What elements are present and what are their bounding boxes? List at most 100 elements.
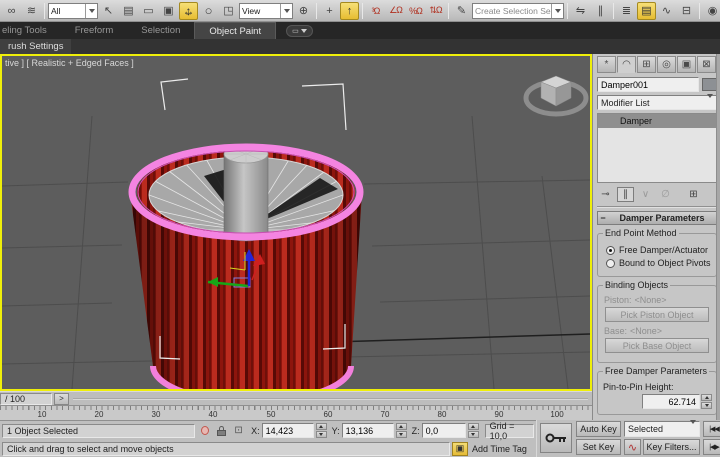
select-manipulate-icon[interactable]: + xyxy=(320,2,339,20)
tick-label: 10 xyxy=(31,410,53,419)
selection-filter-dropdown[interactable]: All xyxy=(48,3,98,19)
y-spinner[interactable] xyxy=(396,423,407,438)
tab-freeform[interactable]: Freeform xyxy=(61,22,128,39)
layer-explorer-icon[interactable]: ▤ xyxy=(637,2,656,20)
free-damper-parameters-group: Free Damper Parameters Pin-to-Pin Height… xyxy=(597,371,717,415)
track-bar[interactable]: 10 20 30 40 50 60 70 80 90 100 xyxy=(0,405,592,420)
motion-icon: ◎ xyxy=(662,59,671,70)
remove-modifier-icon[interactable]: ∅ xyxy=(657,187,674,202)
tick-label: 70 xyxy=(374,410,396,419)
select-rotate-icon[interactable]: ○ xyxy=(199,2,218,20)
panel-divider xyxy=(597,206,717,208)
tab-display[interactable]: ▣ xyxy=(677,56,696,73)
set-keys-button[interactable] xyxy=(540,423,572,453)
tab-modify[interactable]: ◠ xyxy=(617,56,636,73)
window-crossing-icon[interactable]: ▣ xyxy=(159,2,178,20)
collapse-icon: − xyxy=(598,213,608,223)
select-link-icon[interactable]: ∞ xyxy=(2,2,21,20)
damper-model[interactable] xyxy=(130,145,362,389)
x-label: X: xyxy=(251,426,260,436)
tab-modeling-tools[interactable]: eling Tools xyxy=(0,22,61,39)
hierarchy-icon: ⊞ xyxy=(642,59,650,70)
add-time-tag[interactable]: Add Time Tag xyxy=(470,444,527,454)
key-mode-toggle-button[interactable]: |◀▶ xyxy=(703,439,720,455)
tab-object-paint[interactable]: Object Paint xyxy=(194,22,276,39)
ribbon-tab-bar: eling Tools Freeform Selection Object Pa… xyxy=(0,22,720,39)
isolate-selection-icon[interactable] xyxy=(197,424,212,438)
toolbar-separator xyxy=(448,3,449,19)
key-filters-button[interactable]: Key Filters... xyxy=(643,439,700,455)
edit-named-selections-icon[interactable]: ✎ xyxy=(452,2,471,20)
go-to-start-button[interactable]: |◀◀ xyxy=(703,421,720,437)
snap-3d-icon[interactable]: ³Ω xyxy=(366,2,385,20)
keyboard-override-icon[interactable]: ↑ xyxy=(340,2,359,20)
pick-piston-button[interactable]: Pick Piston Object xyxy=(605,307,709,322)
viewport-label[interactable]: tive ] [ Realistic + Edged Faces ] xyxy=(5,58,134,68)
manage-layers-icon[interactable]: ≣ xyxy=(617,2,636,20)
object-name-field[interactable] xyxy=(597,77,699,92)
material-editor-icon[interactable]: ◉ xyxy=(703,2,720,20)
display-icon: ▣ xyxy=(682,59,691,70)
mirror-icon[interactable]: ⇋ xyxy=(571,2,590,20)
toolbar-separator xyxy=(699,3,700,19)
perspective-viewport[interactable]: tive ] [ Realistic + Edged Faces ] xyxy=(0,54,592,391)
radio-bound-pivots[interactable]: Bound to Object Pivots xyxy=(606,258,712,268)
auto-key-button[interactable]: Auto Key xyxy=(576,421,621,437)
tab-brush-settings[interactable]: rush Settings xyxy=(0,39,71,54)
z-spinner[interactable] xyxy=(468,423,479,438)
rollout-title: Damper Parameters xyxy=(608,213,716,223)
tab-utilities[interactable]: ⊠ xyxy=(697,56,716,73)
pin-height-field[interactable] xyxy=(642,394,700,409)
next-frame-button[interactable]: > xyxy=(54,393,69,405)
pin-stack-icon[interactable]: ⊸ xyxy=(597,187,614,202)
modifier-stack: Damper xyxy=(597,113,717,183)
reference-coordinate-dropdown[interactable]: View xyxy=(239,3,293,19)
time-tag-icon[interactable]: ▣ xyxy=(452,442,468,456)
named-selection-dropdown[interactable]: Create Selection Se xyxy=(472,3,564,19)
default-tangent-button[interactable]: ∿ xyxy=(624,439,641,455)
make-unique-icon[interactable]: ∨ xyxy=(637,187,654,202)
tab-selection[interactable]: Selection xyxy=(127,22,194,39)
tab-create[interactable]: * xyxy=(597,56,616,73)
show-end-result-icon[interactable]: ∥ xyxy=(617,187,634,202)
angle-snap-icon[interactable]: ∠Ω xyxy=(386,2,405,20)
tab-motion[interactable]: ◎ xyxy=(657,56,676,73)
select-by-name-icon[interactable]: ▤ xyxy=(119,2,138,20)
spinner-snap-icon[interactable]: ⇅Ω xyxy=(426,2,445,20)
select-scale-icon[interactable]: ◳ xyxy=(219,2,238,20)
panel-scrollbar[interactable] xyxy=(716,54,720,425)
ribbon-minimize-button[interactable]: ▭ xyxy=(286,25,313,37)
curve-editor-icon[interactable]: ∿ xyxy=(657,2,676,20)
transform-gizmo-icon[interactable]: ⊡ xyxy=(231,424,246,438)
set-key-button[interactable]: Set Key xyxy=(576,439,621,455)
pick-base-button[interactable]: Pick Base Object xyxy=(605,338,709,353)
select-object-icon[interactable]: ↖ xyxy=(99,2,118,20)
bind-spacewarp-icon[interactable]: ≋ xyxy=(22,2,41,20)
pin-height-spinner[interactable] xyxy=(701,394,712,409)
time-slider-handle[interactable]: / 100 xyxy=(0,393,52,405)
x-spinner[interactable] xyxy=(316,423,327,438)
y-coordinate-field[interactable] xyxy=(342,423,394,438)
modifier-list-dropdown[interactable]: Modifier List xyxy=(597,95,717,110)
schematic-view-icon[interactable]: ⊟ xyxy=(677,2,696,20)
x-coordinate-field[interactable] xyxy=(262,423,314,438)
use-pivot-center-icon[interactable]: ⊕ xyxy=(294,2,313,20)
tab-hierarchy[interactable]: ⊞ xyxy=(637,56,656,73)
damper-parameters-rollout[interactable]: − Damper Parameters xyxy=(597,211,717,225)
spin-down-icon[interactable] xyxy=(701,402,712,409)
configure-modifier-sets-icon[interactable]: ⊞ xyxy=(685,187,702,202)
pin-height-label: Pin-to-Pin Height: xyxy=(603,382,712,392)
stack-item-damper[interactable]: Damper xyxy=(598,114,716,128)
percent-snap-icon[interactable]: %Ω xyxy=(406,2,425,20)
radio-free-damper[interactable]: Free Damper/Actuator xyxy=(606,245,712,255)
time-slider-track[interactable] xyxy=(73,398,588,400)
spin-up-icon[interactable] xyxy=(701,394,712,401)
selection-set-dropdown[interactable]: Selected xyxy=(624,421,700,437)
viewcube[interactable] xyxy=(526,76,586,114)
select-move-button[interactable]: ↔↕ xyxy=(179,2,198,20)
object-color-swatch[interactable] xyxy=(702,78,717,91)
selection-lock-icon[interactable] xyxy=(214,424,229,438)
rect-selection-region-icon[interactable]: ▭ xyxy=(139,2,158,20)
align-icon[interactable]: ∥ xyxy=(591,2,610,20)
z-coordinate-field[interactable] xyxy=(422,423,466,438)
